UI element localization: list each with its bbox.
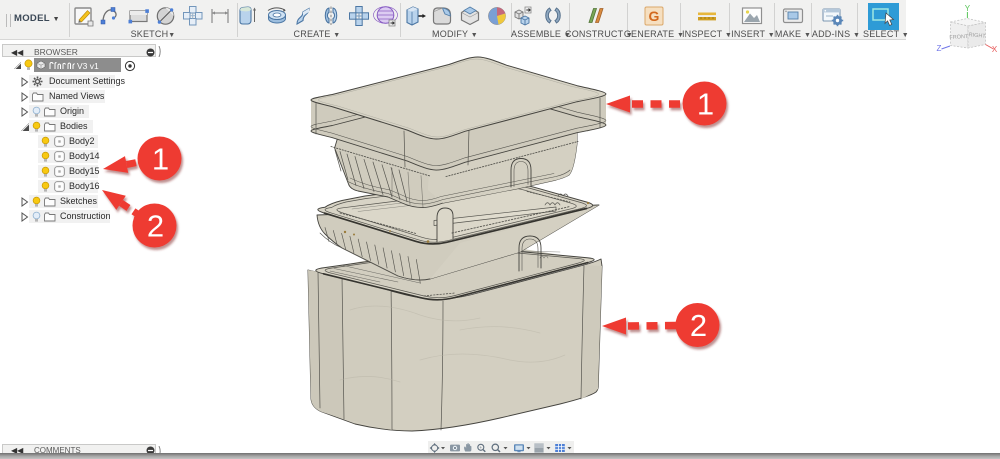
svg-text:2: 2 (690, 308, 707, 343)
svg-text:2: 2 (147, 209, 164, 244)
svg-text:Y: Y (965, 4, 971, 13)
svg-text:X: X (992, 45, 998, 54)
svg-text:1: 1 (152, 142, 169, 177)
svg-text:Z: Z (937, 44, 942, 53)
svg-text:+: + (479, 445, 482, 450)
svg-text:1: 1 (697, 87, 714, 122)
